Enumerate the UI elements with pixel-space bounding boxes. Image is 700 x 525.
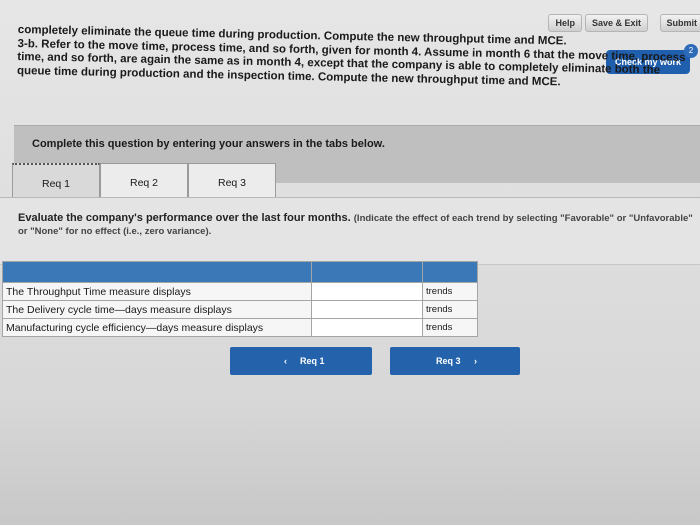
answer-table-header xyxy=(2,261,478,283)
header-cell xyxy=(2,261,312,283)
header-cell xyxy=(422,261,478,283)
tab-label: Req 1 xyxy=(41,178,71,190)
next-req-label: Req 3 xyxy=(436,356,461,366)
save-exit-button[interactable]: Save & Exit xyxy=(584,14,648,32)
complete-question-heading: Complete this question by entering your … xyxy=(32,138,385,150)
row-suffix: trends xyxy=(422,282,478,301)
next-req-button[interactable]: Req 3 › xyxy=(390,347,520,375)
previous-req-button[interactable]: ‹ Req 1 xyxy=(230,347,372,375)
row-suffix: trends xyxy=(422,300,478,319)
question-prompt: Evaluate the company's performance over … xyxy=(18,212,698,238)
tab-label: Req 2 xyxy=(129,177,159,189)
tab-req-1[interactable]: Req 1 xyxy=(12,163,100,199)
row-label: The Delivery cycle time—days measure dis… xyxy=(2,300,312,319)
row-suffix: trends xyxy=(422,318,478,337)
previous-req-label: Req 1 xyxy=(300,356,325,366)
chevron-left-icon: ‹ xyxy=(284,356,287,366)
row-label: The Throughput Time measure displays xyxy=(2,282,312,301)
table-row: The Delivery cycle time—days measure dis… xyxy=(2,300,478,319)
tab-req-3[interactable]: Req 3 xyxy=(188,163,276,198)
trend-dropdown[interactable] xyxy=(311,282,423,301)
table-row: The Throughput Time measure displays tre… xyxy=(2,282,478,301)
submit-button[interactable]: Submit xyxy=(659,14,700,32)
question-text: Evaluate the company's performance over … xyxy=(18,212,351,224)
tab-panel: Evaluate the company's performance over … xyxy=(0,197,700,265)
row-label: Manufacturing cycle efficiency—days meas… xyxy=(2,318,312,337)
trend-dropdown[interactable] xyxy=(311,318,423,337)
header-cell xyxy=(311,261,423,283)
answer-table: The Throughput Time measure displays tre… xyxy=(2,261,478,337)
chevron-right-icon: › xyxy=(474,356,477,366)
tab-req-2[interactable]: Req 2 xyxy=(100,163,188,198)
trend-dropdown[interactable] xyxy=(311,300,423,319)
table-row: Manufacturing cycle efficiency—days meas… xyxy=(2,318,478,337)
tab-label: Req 3 xyxy=(217,177,247,189)
page-shadow xyxy=(0,400,700,525)
help-button[interactable]: Help xyxy=(548,14,582,32)
